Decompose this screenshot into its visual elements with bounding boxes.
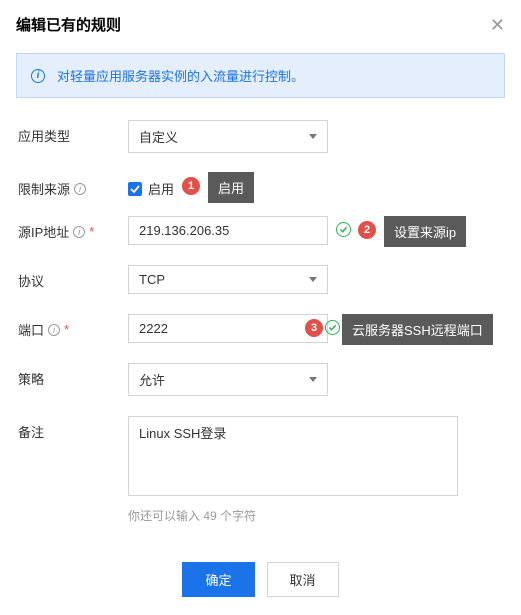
checkbox-enable-label: 启用: [148, 179, 174, 198]
valid-icon: [336, 222, 351, 237]
checkbox-enable[interactable]: [128, 182, 142, 196]
info-banner: i 对轻量应用服务器实例的入流量进行控制。: [16, 53, 505, 98]
select-app-type[interactable]: 自定义: [128, 120, 328, 153]
chevron-down-icon: [309, 134, 317, 139]
step-badge-3: 3: [305, 319, 323, 337]
required-mark: *: [89, 224, 94, 239]
valid-icon: [325, 320, 340, 335]
chevron-down-icon: [309, 377, 317, 382]
modal-title: 编辑已有的规则: [16, 14, 121, 35]
required-mark: *: [64, 322, 69, 337]
input-port[interactable]: [128, 314, 328, 343]
help-icon[interactable]: i: [73, 226, 85, 238]
label-protocol: 协议: [18, 265, 128, 290]
chevron-down-icon: [309, 277, 317, 282]
select-policy[interactable]: 允许: [128, 363, 328, 396]
input-source-ip[interactable]: [128, 216, 328, 245]
label-policy: 策略: [18, 363, 128, 388]
close-icon[interactable]: ✕: [490, 16, 505, 34]
label-app-type: 应用类型: [18, 120, 128, 145]
tooltip-1: 启用: [208, 172, 254, 203]
step-badge-1: 1: [182, 177, 200, 195]
label-restrict-source: 限制来源 i: [18, 173, 128, 198]
select-app-type-value: 自定义: [139, 127, 178, 146]
tooltip-3: 云服务器SSH远程端口: [342, 314, 493, 345]
ok-button[interactable]: 确定: [182, 562, 254, 597]
info-text: 对轻量应用服务器实例的入流量进行控制。: [57, 66, 304, 85]
info-icon: i: [31, 69, 45, 83]
cancel-button[interactable]: 取消: [267, 562, 339, 597]
select-protocol-value: TCP: [139, 272, 165, 287]
label-source-ip: 源IP地址 i *: [18, 216, 128, 241]
select-policy-value: 允许: [139, 370, 165, 389]
textarea-remark[interactable]: [128, 416, 458, 496]
step-badge-2: 2: [358, 221, 376, 239]
remark-hint: 你还可以输入 49 个字符: [128, 507, 503, 524]
help-icon[interactable]: i: [48, 324, 60, 336]
help-icon[interactable]: i: [74, 183, 86, 195]
label-port: 端口 i *: [18, 314, 128, 339]
select-protocol[interactable]: TCP: [128, 265, 328, 294]
tooltip-2: 设置来源ip: [384, 216, 466, 247]
label-remark: 备注: [18, 416, 128, 441]
